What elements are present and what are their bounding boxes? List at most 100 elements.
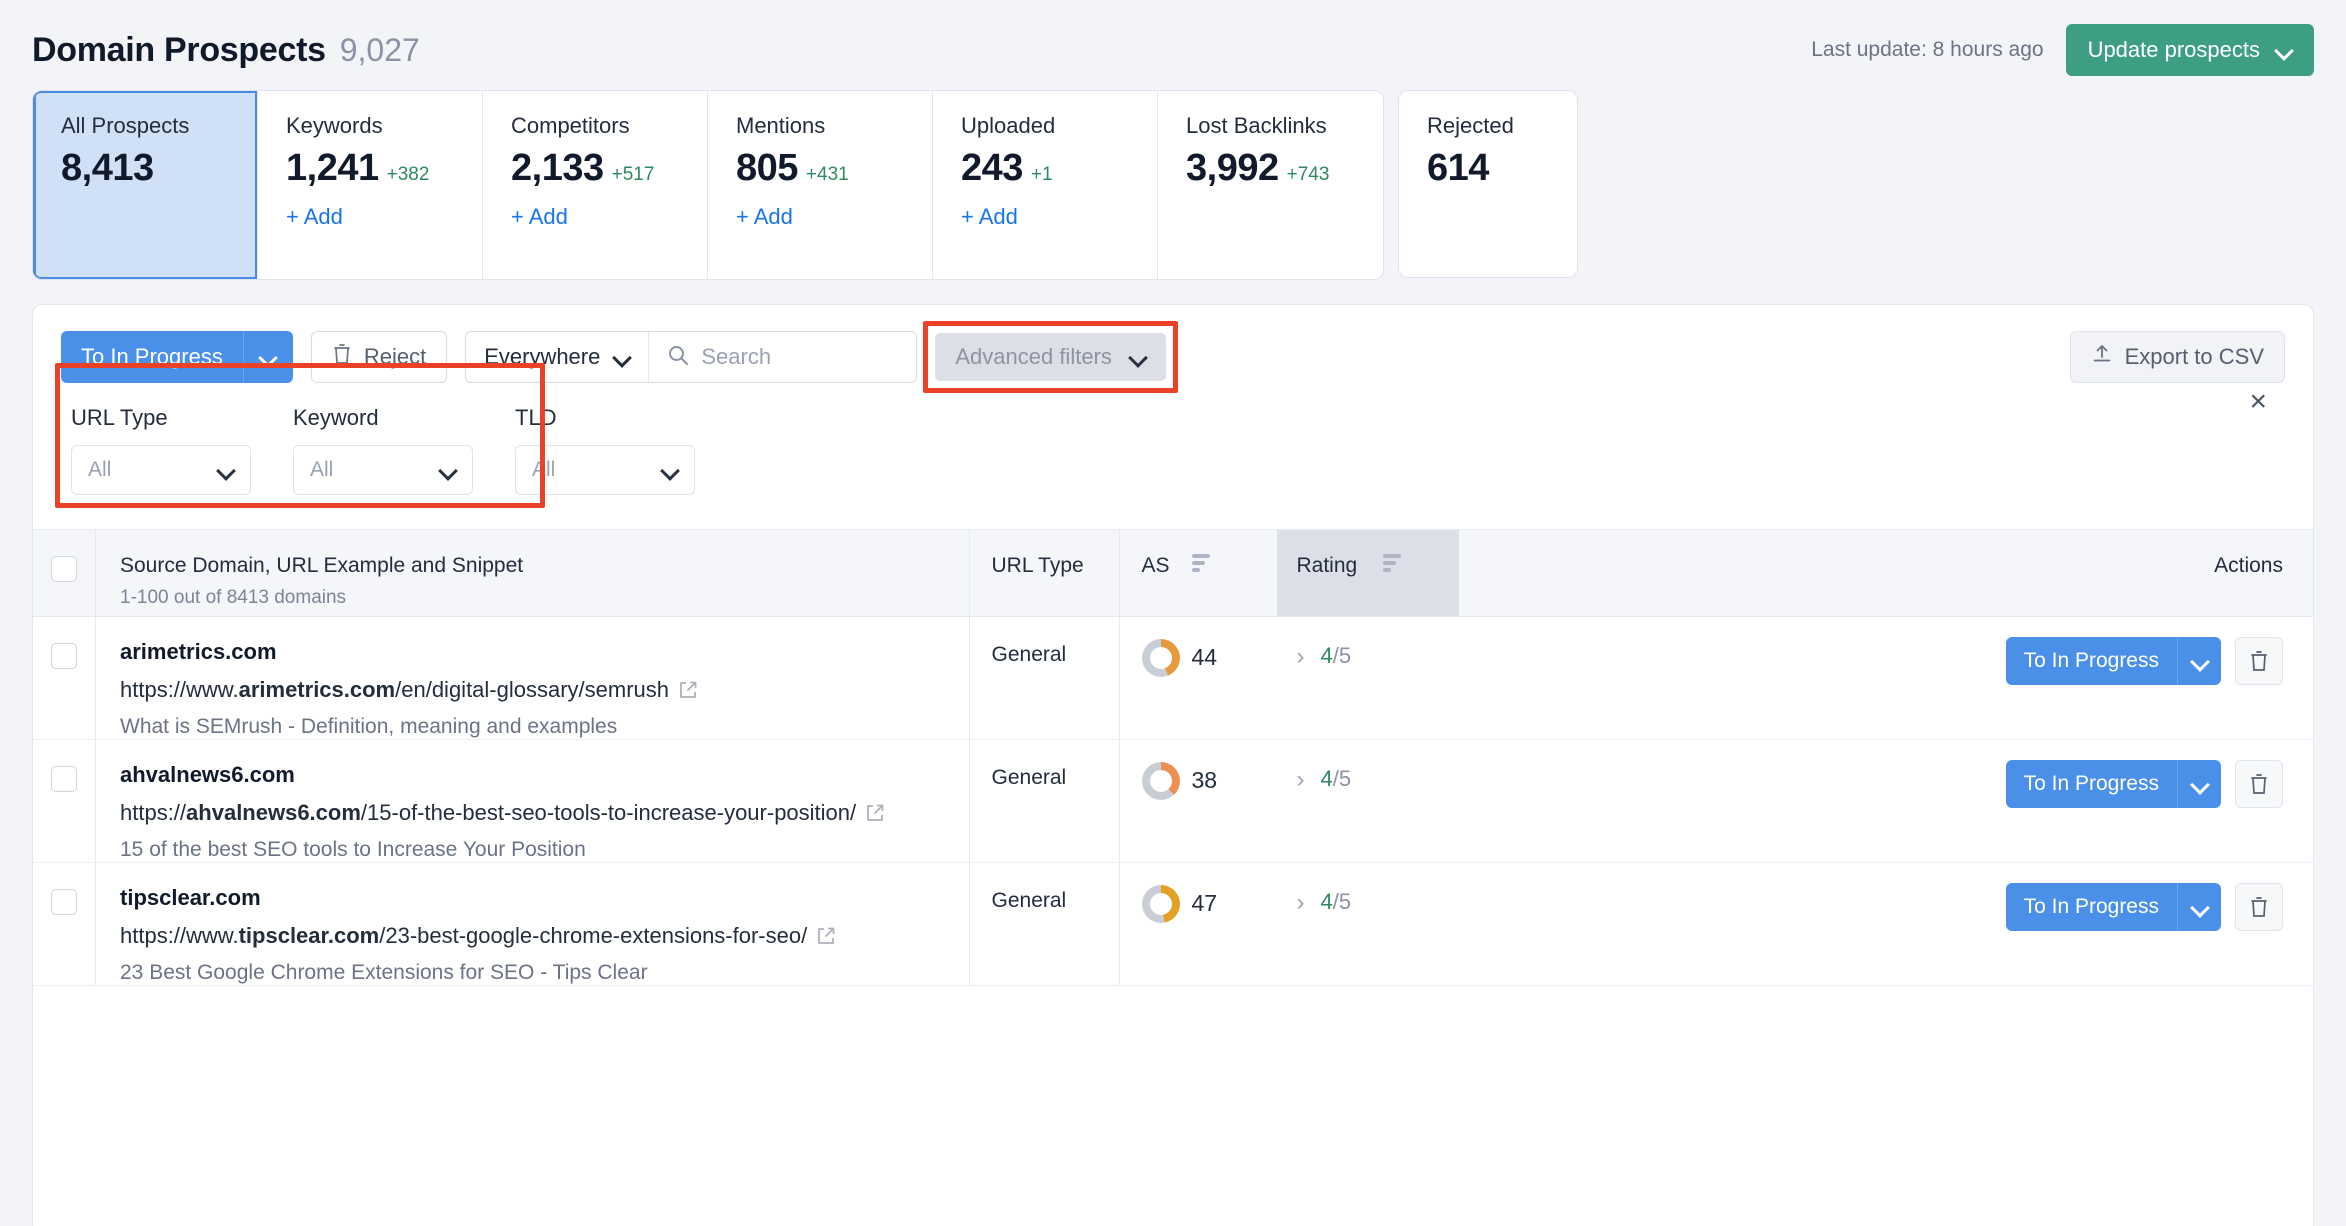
row-snippet: 15 of the best SEO tools to Increase You… bbox=[120, 838, 945, 862]
row-delete-button[interactable] bbox=[2235, 883, 2283, 931]
filter-url-type: URL TypeAll bbox=[71, 405, 251, 495]
row-snippet: 23 Best Google Chrome Extensions for SEO… bbox=[120, 961, 945, 985]
row-delete-button[interactable] bbox=[2235, 760, 2283, 808]
close-filters-icon[interactable]: × bbox=[2249, 387, 2267, 417]
to-in-progress-dropdown[interactable] bbox=[243, 331, 293, 383]
tab-card-value: 3,992 bbox=[1186, 147, 1279, 190]
tab-card-label: Mentions bbox=[736, 113, 932, 139]
scope-select[interactable]: Everywhere bbox=[466, 332, 648, 382]
table-body: arimetrics.com https://www.arimetrics.com… bbox=[33, 617, 2313, 986]
advanced-filters-button[interactable]: Advanced filters bbox=[935, 333, 1166, 381]
table-row: arimetrics.com https://www.arimetrics.com… bbox=[33, 617, 2313, 740]
row-checkbox[interactable] bbox=[51, 766, 77, 792]
tab-card-delta: +382 bbox=[387, 164, 430, 186]
row-rating-max: /5 bbox=[1333, 766, 1351, 791]
row-source-cell: arimetrics.com https://www.arimetrics.com… bbox=[95, 617, 969, 739]
column-rating[interactable]: Rating bbox=[1277, 530, 1459, 616]
row-domain[interactable]: tipsclear.com bbox=[120, 885, 945, 911]
sort-icon[interactable] bbox=[1383, 554, 1401, 572]
chevron-down-icon bbox=[2192, 776, 2208, 792]
row-status-button[interactable]: To In Progress bbox=[2006, 637, 2221, 685]
prospects-panel: To In Progress Reject Everywhere bbox=[32, 304, 2314, 1226]
row-source-cell: ahvalnews6.com https://ahvalnews6.com/15-… bbox=[95, 740, 969, 862]
row-delete-button[interactable] bbox=[2235, 637, 2283, 685]
chevron-right-icon[interactable]: › bbox=[1297, 768, 1305, 792]
as-donut-icon bbox=[1142, 639, 1180, 677]
row-as-cell: 44 bbox=[1119, 617, 1277, 739]
export-csv-button[interactable]: Export to CSV bbox=[2070, 331, 2285, 383]
as-donut-icon bbox=[1142, 885, 1180, 923]
filter-fields: URL TypeAllKeywordAllTLDAll bbox=[61, 405, 2285, 495]
row-url[interactable]: https://ahvalnews6.com/15-of-the-best-se… bbox=[120, 800, 945, 826]
column-as[interactable]: AS bbox=[1119, 530, 1277, 616]
header-actions: Last update: 8 hours ago Update prospect… bbox=[1811, 24, 2314, 76]
tab-card-add-link[interactable]: + Add bbox=[736, 204, 932, 230]
row-checkbox[interactable] bbox=[51, 889, 77, 915]
update-prospects-button[interactable]: Update prospects bbox=[2066, 24, 2314, 76]
update-prospects-label: Update prospects bbox=[2088, 37, 2260, 63]
filter-select[interactable]: All bbox=[293, 445, 473, 495]
select-all-checkbox[interactable] bbox=[51, 556, 77, 582]
tab-card-uploaded[interactable]: Uploaded243+1+ Add bbox=[933, 91, 1158, 279]
row-as-cell: 38 bbox=[1119, 740, 1277, 862]
page-header: Domain Prospects 9,027 Last update: 8 ho… bbox=[0, 0, 2346, 78]
select-all-cell bbox=[33, 530, 95, 616]
row-url-type: General bbox=[969, 863, 1119, 985]
tab-card-group: All Prospects8,413Keywords1,241+382+ Add… bbox=[32, 90, 1384, 280]
tab-card-add-link[interactable]: + Add bbox=[286, 204, 482, 230]
row-select-cell bbox=[33, 617, 95, 739]
chevron-down-icon bbox=[614, 349, 630, 365]
row-url-path: /en/digital-glossary/semrush bbox=[395, 677, 669, 702]
tab-card-competitors[interactable]: Competitors2,133+517+ Add bbox=[483, 91, 708, 279]
tab-card-label: Keywords bbox=[286, 113, 482, 139]
row-domain[interactable]: arimetrics.com bbox=[120, 639, 945, 665]
tab-card-all-prospects[interactable]: All Prospects8,413 bbox=[33, 91, 258, 279]
row-status-dropdown[interactable] bbox=[2177, 760, 2221, 808]
filter-select[interactable]: All bbox=[515, 445, 695, 495]
tab-card-rejected[interactable]: Rejected 614 bbox=[1398, 90, 1578, 278]
chevron-right-icon[interactable]: › bbox=[1297, 645, 1305, 669]
tab-card-delta: +1 bbox=[1031, 164, 1053, 186]
tab-card-lost-backlinks[interactable]: Lost Backlinks3,992+743 bbox=[1158, 91, 1383, 279]
tab-card-rejected-label: Rejected bbox=[1427, 113, 1577, 139]
row-url-prefix: https:// bbox=[120, 800, 186, 825]
row-status-button[interactable]: To In Progress bbox=[2006, 883, 2221, 931]
external-link-icon[interactable] bbox=[679, 681, 697, 699]
row-status-dropdown[interactable] bbox=[2177, 637, 2221, 685]
external-link-icon[interactable] bbox=[817, 927, 835, 945]
reject-label: Reject bbox=[364, 344, 426, 370]
column-as-label: AS bbox=[1142, 554, 1170, 578]
chevron-right-icon[interactable]: › bbox=[1297, 891, 1305, 915]
tab-card-label: Lost Backlinks bbox=[1186, 113, 1383, 139]
row-as-value: 47 bbox=[1192, 890, 1218, 917]
tab-card-keywords[interactable]: Keywords1,241+382+ Add bbox=[258, 91, 483, 279]
reject-button[interactable]: Reject bbox=[311, 331, 447, 383]
row-domain[interactable]: ahvalnews6.com bbox=[120, 762, 945, 788]
row-status-button[interactable]: To In Progress bbox=[2006, 760, 2221, 808]
table-row: tipsclear.com https://www.tipsclear.com/2… bbox=[33, 863, 2313, 986]
column-actions-label: Actions bbox=[2214, 554, 2283, 578]
row-url[interactable]: https://www.arimetrics.com/en/digital-gl… bbox=[120, 677, 945, 703]
filter-value: All bbox=[88, 458, 111, 482]
tab-card-add-link[interactable]: + Add bbox=[511, 204, 707, 230]
as-donut-icon bbox=[1142, 762, 1180, 800]
row-status-dropdown[interactable] bbox=[2177, 883, 2221, 931]
to-in-progress-button[interactable]: To In Progress bbox=[61, 331, 293, 383]
search-input[interactable] bbox=[701, 344, 898, 370]
filter-label: Keyword bbox=[293, 405, 473, 431]
sort-icon[interactable] bbox=[1192, 554, 1210, 572]
filter-select[interactable]: All bbox=[71, 445, 251, 495]
row-status-label: To In Progress bbox=[2006, 760, 2177, 808]
last-update-label: Last update: 8 hours ago bbox=[1811, 38, 2043, 62]
tab-card-add-link[interactable]: + Add bbox=[961, 204, 1157, 230]
column-url-type: URL Type bbox=[969, 530, 1119, 616]
row-checkbox[interactable] bbox=[51, 643, 77, 669]
column-source-domain: Source Domain, URL Example and Snippet 1… bbox=[95, 530, 969, 616]
column-url-type-label: URL Type bbox=[992, 554, 1084, 577]
row-select-cell bbox=[33, 863, 95, 985]
chevron-down-icon bbox=[1130, 349, 1146, 365]
row-url[interactable]: https://www.tipsclear.com/23-best-google… bbox=[120, 923, 945, 949]
page-title-count: 9,027 bbox=[340, 32, 420, 69]
tab-card-mentions[interactable]: Mentions805+431+ Add bbox=[708, 91, 933, 279]
external-link-icon[interactable] bbox=[866, 804, 884, 822]
